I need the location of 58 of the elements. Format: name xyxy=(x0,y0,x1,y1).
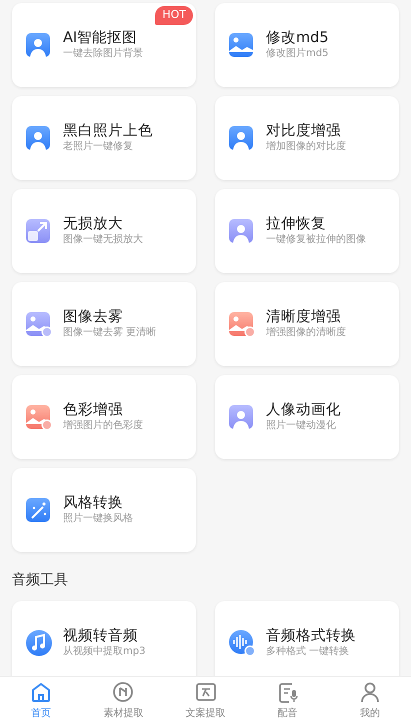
image-icon xyxy=(228,31,256,59)
tool-card[interactable]: AI智能抠图 一键去除图片背景 HOT xyxy=(12,3,196,87)
tool-card[interactable]: 清晰度增强 增强图像的清晰度 xyxy=(215,282,399,366)
tool-subtitle: 多种格式 一键转换 xyxy=(266,645,350,658)
tool-title: 人像动画化 xyxy=(266,402,341,420)
tool-title: 视频转音频 xyxy=(63,628,139,646)
person-icon xyxy=(25,31,53,59)
tool-title: 清晰度增强 xyxy=(266,308,342,326)
tool-title: 图像去雾 xyxy=(63,308,124,326)
person-icon xyxy=(228,124,256,152)
tool-card[interactable]: 对比度增强 增加图像的对比度 xyxy=(215,96,399,180)
tool-subtitle: 照片一键换风格 xyxy=(63,512,133,526)
tool-title: 音频格式转换 xyxy=(266,628,356,646)
waveform-badge-icon xyxy=(228,629,256,657)
tool-card[interactable]: 无损放大 图像一键无损放大 xyxy=(12,189,196,273)
hot-badge: HOT xyxy=(155,6,193,24)
section-title: 音频工具 xyxy=(12,571,69,590)
tab-button[interactable]: 文案提取 xyxy=(164,677,247,723)
tab-button[interactable]: 素材提取 xyxy=(82,677,164,723)
tool-title: 修改md5 xyxy=(266,30,329,48)
tool-title: 对比度增强 xyxy=(266,122,342,140)
tool-subtitle: 一键去除图片背景 xyxy=(63,47,143,60)
tool-subtitle: 从视频中提取mp3 xyxy=(63,645,146,658)
tool-card[interactable]: 色彩增强 增强图片的色彩度 xyxy=(12,375,196,459)
tool-subtitle: 老照片一键修复 xyxy=(63,140,134,154)
tool-subtitle: 照片一键动漫化 xyxy=(266,419,337,432)
tool-card[interactable]: 视频转音频 从视频中提取mp3 xyxy=(12,601,196,676)
tool-card[interactable]: 风格转换 照片一键换风格 xyxy=(12,468,196,552)
tool-card[interactable]: 人像动画化 照片一键动漫化 xyxy=(215,375,399,459)
tool-card[interactable]: 拉伸恢复 一键修复被拉伸的图像 xyxy=(215,189,399,273)
tool-title: AI智能抠图 xyxy=(63,30,138,48)
tool-title: 拉伸恢复 xyxy=(266,216,327,234)
tool-subtitle: 修改图片md5 xyxy=(266,47,329,60)
music-note-icon xyxy=(25,629,53,657)
image-badge-icon xyxy=(25,403,53,431)
expand-icon xyxy=(25,217,53,245)
tool-card[interactable]: 音频格式转换 多种格式 一键转换 xyxy=(215,601,399,676)
wand-icon xyxy=(25,496,53,524)
tab-button[interactable]: 配音 xyxy=(246,677,329,723)
tool-subtitle: 图像一键去雾 更清晰 xyxy=(63,326,156,340)
tool-subtitle: 增加图像的对比度 xyxy=(266,140,346,154)
tool-card[interactable]: 黑白照片上色 老照片一键修复 xyxy=(12,96,196,180)
tool-card[interactable]: 修改md5 修改图片md5 xyxy=(215,3,399,87)
tool-card[interactable]: 图像去雾 图像一键去雾 更清晰 xyxy=(12,282,196,366)
tool-title: 黑白照片上色 xyxy=(63,122,153,140)
tool-subtitle: 增强图片的色彩度 xyxy=(63,419,143,432)
tool-title: 风格转换 xyxy=(63,494,124,512)
person-icon xyxy=(228,403,256,431)
tool-subtitle: 增强图像的清晰度 xyxy=(266,326,346,340)
person-icon xyxy=(25,124,53,152)
image-badge-icon xyxy=(228,310,256,338)
person-icon xyxy=(228,217,256,245)
tool-title: 无损放大 xyxy=(63,216,124,234)
tool-subtitle: 一键修复被拉伸的图像 xyxy=(266,233,366,246)
tab-button[interactable]: 我的 xyxy=(328,677,411,723)
image-badge-icon xyxy=(25,310,53,338)
tool-subtitle: 图像一键无损放大 xyxy=(63,233,143,246)
tool-title: 色彩增强 xyxy=(63,402,124,420)
